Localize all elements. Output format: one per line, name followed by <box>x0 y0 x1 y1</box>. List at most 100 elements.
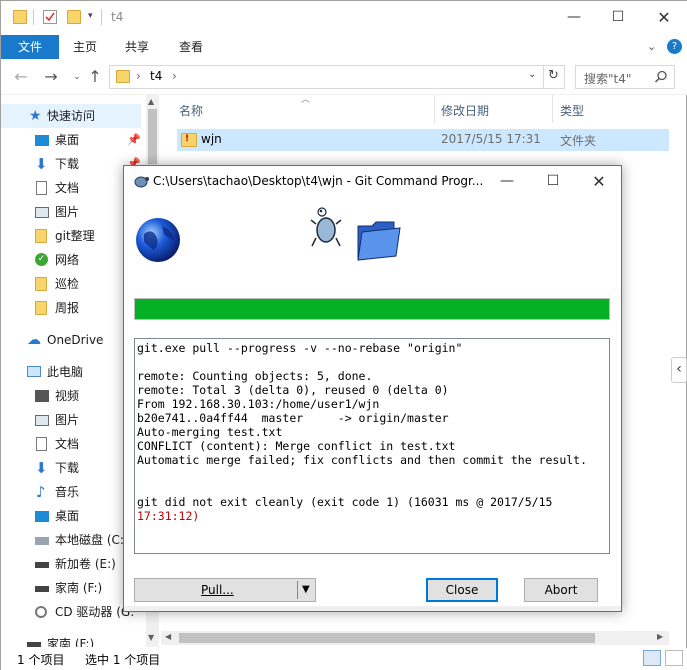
log-line: b20e741..0a4ff44 master -> origin/master <box>137 411 449 425</box>
pull-dropdown-icon[interactable]: ▼ <box>302 579 310 601</box>
column-name[interactable]: 名称 <box>179 102 203 119</box>
column-header: ︿ 名称 修改日期 类型 <box>161 95 687 125</box>
nav-label: 文档 <box>55 181 80 195</box>
tortoise-mascot-icon <box>310 207 342 247</box>
close-dialog-button[interactable]: Close <box>426 578 498 602</box>
nav-label: OneDrive <box>47 333 104 347</box>
tab-share[interactable]: 共享 <box>113 35 161 59</box>
scroll-thumb[interactable] <box>148 109 157 164</box>
cd-icon <box>35 606 47 618</box>
file-row[interactable]: ! wjn 2017/5/15 17:31 文件夹 <box>177 129 669 151</box>
cloud-icon: ☁ <box>27 332 41 348</box>
nav-quick-access[interactable]: ★ 快速访问 <box>1 104 141 128</box>
tortoisegit-icon <box>134 176 149 188</box>
expand-pane-icon[interactable]: ‹ <box>671 357 687 383</box>
search-box[interactable]: 搜索"t4" <box>575 65 675 89</box>
breadcrumb-chevron-icon[interactable]: › <box>136 69 141 83</box>
address-dropdown-icon[interactable]: ⌄ <box>528 69 536 80</box>
nav-desktop[interactable]: 桌面 📌 <box>1 128 146 152</box>
download-icon: ⬇ <box>35 459 48 477</box>
status-selected: 选中 1 个项目 <box>85 653 161 667</box>
log-line: Automatic merge failed; fix conflicts an… <box>137 453 588 467</box>
sort-ascending-icon: ︿ <box>301 95 311 105</box>
window-title: t4 <box>111 10 124 24</box>
pin-icon[interactable]: 📌 <box>127 128 141 152</box>
help-icon[interactable]: ? <box>667 39 682 54</box>
check-folder-icon: ✓ <box>35 253 48 266</box>
horizontal-scroll-thumb[interactable] <box>179 633 595 643</box>
up-arrow-icon[interactable]: ↑ <box>85 67 105 87</box>
scroll-right-icon[interactable]: ▶ <box>657 632 663 641</box>
divider <box>101 9 102 25</box>
column-type[interactable]: 类型 <box>560 102 584 119</box>
pull-button-label: Pull... <box>201 583 234 597</box>
divider <box>33 9 34 25</box>
nav-drive-f-2[interactable]: 家南 (F:) <box>1 632 146 647</box>
scroll-up-icon[interactable]: ▲ <box>148 97 154 106</box>
properties-icon[interactable] <box>43 10 57 24</box>
details-view-icon[interactable] <box>643 650 661 666</box>
tab-file[interactable]: 文件 <box>1 35 59 59</box>
new-folder-icon[interactable] <box>67 10 81 24</box>
folder-icon <box>13 10 27 24</box>
address-bar-row: ← → ⌄ ↑ › t4 › ⌄ ↻ 搜索"t4" <box>1 59 687 95</box>
maximize-button[interactable]: ☐ <box>595 1 641 33</box>
right-scroll-area: ‹ <box>669 95 687 631</box>
dialog-minimize-button[interactable]: — <box>484 166 530 196</box>
back-arrow-icon[interactable]: ← <box>11 67 31 87</box>
search-input[interactable]: 搜索"t4" <box>584 70 631 87</box>
title-bar: ▾ t4 — ☐ ✕ <box>1 1 687 35</box>
dialog-close-button[interactable]: ✕ <box>576 166 622 196</box>
column-modified[interactable]: 修改日期 <box>441 102 489 119</box>
log-line: remote: Counting objects: 5, done. <box>137 369 373 383</box>
forward-arrow-icon[interactable]: → <box>41 67 61 87</box>
dialog-title: C:\Users\tachao\Desktop\t4\wjn - Git Com… <box>153 174 484 188</box>
video-icon <box>35 390 49 402</box>
disk-icon <box>35 586 49 592</box>
breadcrumb-chevron-icon[interactable]: › <box>172 69 177 83</box>
nav-label: 周报 <box>55 301 80 315</box>
divider <box>543 66 544 88</box>
nav-label: 图片 <box>55 413 80 427</box>
address-box[interactable]: › t4 › ⌄ ↻ <box>109 65 565 89</box>
output-log[interactable]: git.exe pull --progress -v --no-rebase "… <box>134 338 610 554</box>
dialog-maximize-button[interactable]: ☐ <box>530 166 576 196</box>
expand-ribbon-icon[interactable]: ⌄ <box>647 40 656 53</box>
nav-label: git整理 <box>55 229 95 243</box>
quick-access-dropdown-icon[interactable]: ▾ <box>88 11 93 21</box>
pull-button[interactable]: Pull... ▼ <box>134 578 316 602</box>
divider[interactable] <box>434 95 435 123</box>
log-line: From 192.168.30.103:/home/user1/wjn <box>137 397 380 411</box>
log-line: remote: Total 3 (delta 0), reused 0 (del… <box>137 383 449 397</box>
log-line: git.exe pull --progress -v --no-rebase "… <box>137 341 463 355</box>
scroll-left-icon[interactable]: ◀ <box>165 632 171 641</box>
breadcrumb-t4[interactable]: t4 <box>150 69 162 83</box>
status-bar: 1 个项目 选中 1 个项目 <box>1 648 687 670</box>
dialog-body: git.exe pull --progress -v --no-rebase "… <box>124 196 621 611</box>
nav-label: 下载 <box>55 157 80 171</box>
file-type: 文件夹 <box>560 134 597 148</box>
tab-home[interactable]: 主页 <box>61 35 109 59</box>
log-line: git did not exit cleanly (exit code 1) (… <box>137 495 553 509</box>
pictures-icon <box>35 415 49 426</box>
folder-icon <box>35 277 47 291</box>
nav-label: 家南 (F:) <box>55 581 103 595</box>
close-button[interactable]: ✕ <box>641 1 687 33</box>
abort-button[interactable]: Abort <box>524 578 598 602</box>
disk-icon <box>35 537 49 545</box>
status-item-count: 1 个项目 <box>17 653 65 667</box>
recent-locations-icon[interactable]: ⌄ <box>67 67 87 87</box>
nav-label: 视频 <box>55 389 80 403</box>
refresh-icon[interactable]: ↻ <box>548 68 559 83</box>
nav-label: 新加卷 (E:) <box>55 557 116 571</box>
dialog-title-bar: C:\Users\tachao\Desktop\t4\wjn - Git Com… <box>124 166 621 196</box>
desktop-icon <box>35 511 49 522</box>
disk-icon <box>35 562 49 568</box>
scroll-down-icon[interactable]: ▼ <box>148 633 154 642</box>
large-icons-view-icon[interactable] <box>665 650 683 666</box>
divider[interactable] <box>552 95 553 123</box>
blue-folder-icon <box>357 221 401 261</box>
minimize-button[interactable]: — <box>551 1 597 33</box>
tab-view[interactable]: 查看 <box>167 35 215 59</box>
